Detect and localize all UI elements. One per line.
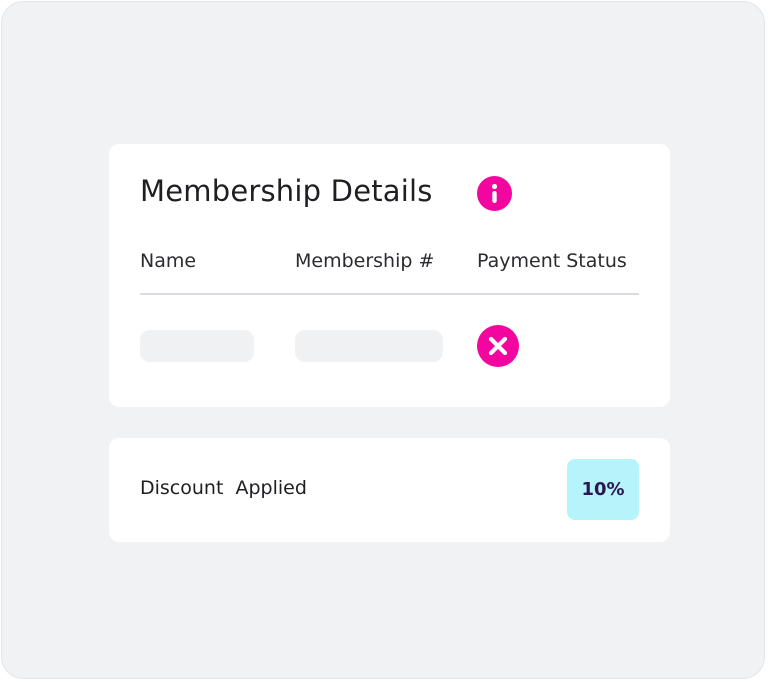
- membership-number-placeholder: [295, 330, 443, 362]
- header-divider: [140, 293, 639, 295]
- info-icon[interactable]: [477, 176, 512, 211]
- column-header-membership-number: Membership #: [295, 250, 435, 272]
- discount-label: Discount Applied: [140, 477, 307, 499]
- column-header-name: Name: [140, 250, 197, 272]
- app-frame: Membership Details Name Membership # Pay…: [1, 1, 765, 679]
- discount-badge: 10%: [567, 459, 639, 520]
- page-title: Membership Details: [140, 174, 433, 208]
- column-header-payment-status: Payment Status: [477, 250, 627, 272]
- membership-details-card: Membership Details Name Membership # Pay…: [109, 144, 670, 407]
- close-circle-icon: [477, 325, 519, 367]
- name-placeholder: [140, 330, 254, 362]
- discount-card: Discount Applied 10%: [109, 438, 670, 542]
